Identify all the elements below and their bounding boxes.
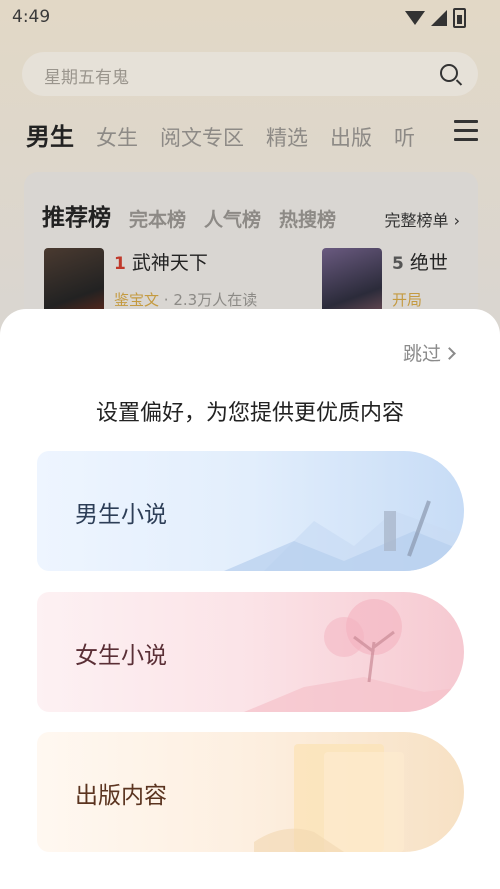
status-bar: 4:49 (0, 0, 500, 36)
option-publications[interactable]: 出版内容 (37, 732, 464, 852)
chevron-right-icon (443, 347, 456, 360)
full-ranking-link[interactable]: 完整榜单 › (385, 207, 461, 231)
skip-label: 跳过 (402, 343, 441, 365)
wifi-icon (405, 11, 425, 25)
male-illustration (224, 500, 464, 571)
tab-male[interactable]: 男生 (26, 117, 74, 152)
signal-icon (431, 10, 447, 26)
book-readers: · 2.3万人在读 (163, 291, 258, 309)
book-title: 绝世 (409, 252, 448, 274)
rank-tab-hot[interactable]: 热搜榜 (279, 205, 336, 232)
book-author: 鉴宝文 (114, 291, 160, 309)
search-icon[interactable] (440, 64, 458, 82)
rank-tab-popular[interactable]: 人气榜 (204, 205, 261, 232)
rank-tab-recommend[interactable]: 推荐榜 (42, 198, 111, 232)
rank-tab-complete[interactable]: 完本榜 (129, 205, 186, 232)
book-illustration (254, 744, 404, 852)
menu-icon[interactable] (454, 120, 478, 141)
book-rank: 1 (114, 254, 126, 274)
tab-listen[interactable]: 听 (394, 122, 415, 152)
tab-featured[interactable]: 精选 (266, 122, 308, 152)
female-illustration (244, 599, 464, 712)
status-icons (405, 8, 466, 28)
sheet-title: 设置偏好，为您提供更优质内容 (95, 401, 404, 426)
full-ranking-label: 完整榜单 (384, 211, 449, 230)
skip-button[interactable]: 跳过 (402, 339, 456, 366)
option-label: 女生小说 (75, 643, 167, 669)
tab-female[interactable]: 女生 (96, 122, 138, 152)
option-label: 男生小说 (75, 502, 167, 528)
option-female-novels[interactable]: 女生小说 (37, 592, 464, 712)
tab-publish[interactable]: 出版 (330, 122, 372, 152)
option-label: 出版内容 (75, 783, 167, 809)
search-placeholder: 星期五有鬼 (44, 68, 129, 88)
option-male-novels[interactable]: 男生小说 (37, 451, 464, 571)
book-rank: 5 (392, 254, 404, 274)
battery-icon (453, 8, 466, 28)
status-time: 4:49 (12, 7, 51, 27)
tab-yuewen[interactable]: 阅文专区 (160, 122, 244, 152)
category-tabs: 男生 女生 阅文专区 精选 出版 听 (26, 112, 446, 152)
book-author: 开局 (392, 291, 423, 309)
rank-tabs: 推荐榜 完本榜 人气榜 热搜榜 (42, 198, 336, 232)
book-title: 武神天下 (131, 252, 208, 274)
search-bar[interactable]: 星期五有鬼 (22, 52, 478, 96)
